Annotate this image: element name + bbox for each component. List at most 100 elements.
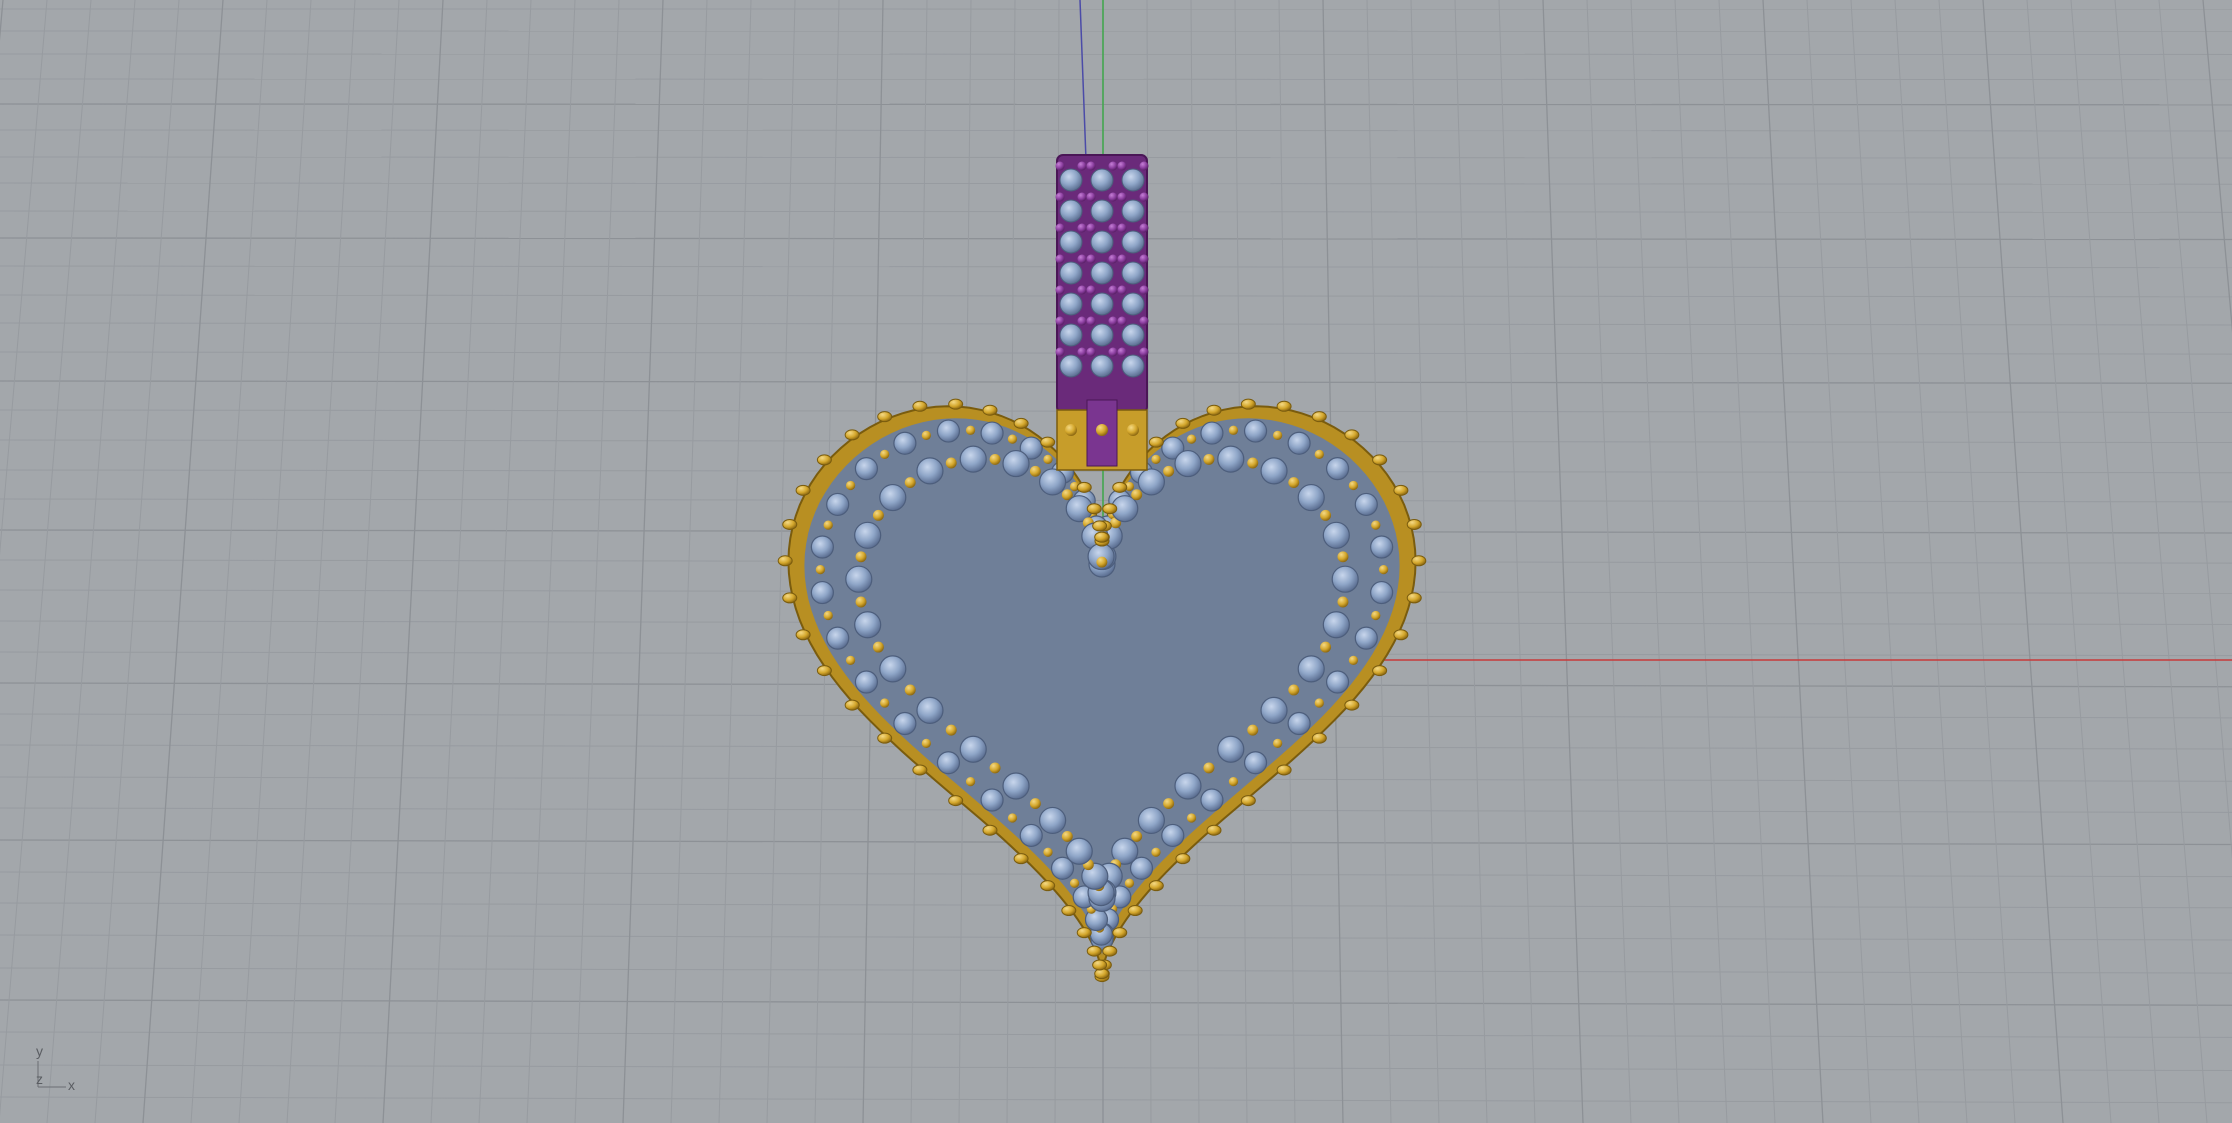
rim-bead [1175, 853, 1191, 865]
rim-prong [1043, 454, 1053, 465]
inner-bar [904, 913, 920, 919]
bail-prong [1055, 192, 1065, 202]
inner-bar [1275, 827, 1293, 835]
rim-bead [844, 429, 860, 441]
grid-line-v [382, 0, 444, 1123]
rim-bead [1102, 503, 1118, 515]
grid-line-v [478, 0, 532, 1123]
grid-line-h [0, 103, 2232, 106]
grid-line-v [1894, 0, 1968, 1123]
inner-bar [1263, 810, 1281, 818]
inner-bar [1251, 827, 1269, 835]
bail-gem [1090, 199, 1114, 223]
rim-bead [1112, 927, 1128, 939]
rim-prong [1096, 556, 1108, 568]
inner-bar [1251, 861, 1269, 865]
bail-prong [1055, 347, 1065, 357]
inner-bar [1144, 913, 1160, 919]
bail-gem [1059, 261, 1083, 285]
bail-gem [1121, 323, 1145, 347]
rim-prong [904, 684, 916, 696]
rim-prong [855, 596, 867, 608]
bail-connector-bead [1065, 424, 1077, 436]
rim-gem [879, 655, 907, 683]
rim-gem [810, 580, 834, 605]
rim-gem [854, 670, 879, 694]
bail-gem [1090, 354, 1114, 378]
bail-gem [1121, 230, 1145, 254]
rim-bead [1013, 853, 1029, 865]
rim-gem [1322, 611, 1350, 639]
inner-bar [868, 862, 884, 868]
rim-gem [854, 457, 879, 481]
grid-line-v [2026, 0, 2112, 1123]
bail-prong [1139, 161, 1149, 171]
bail-prong [1108, 223, 1118, 233]
rim-gem [1217, 735, 1245, 763]
bail-prong [1077, 223, 1087, 233]
inner-bar [868, 828, 884, 834]
heart-rim [777, 398, 1427, 983]
viewport-scene[interactable] [0, 0, 2232, 1123]
rim-gem [1325, 670, 1350, 694]
rim-gem [1161, 823, 1185, 848]
rim-prong [1163, 465, 1175, 477]
inner-bar [868, 794, 884, 800]
rim-prong [1069, 878, 1080, 888]
rim-bead [1206, 404, 1222, 416]
rim-bead [1092, 959, 1108, 971]
rim-bead [1112, 481, 1128, 493]
rim-bead [1061, 905, 1077, 917]
rim-prong [1273, 738, 1283, 748]
rim-prong [1163, 798, 1175, 810]
rim-gem [1200, 788, 1224, 812]
bail-prong [1117, 316, 1127, 326]
rim-bead [816, 665, 832, 677]
rim-gem [810, 535, 834, 559]
bail-prong [1086, 254, 1096, 264]
rim-prong [965, 776, 976, 787]
bail-prong [1117, 192, 1127, 202]
inner-bar [1288, 879, 1304, 885]
rim-bead [1344, 699, 1360, 711]
grid-line-v [0, 0, 48, 556]
rim-prong [1320, 509, 1332, 521]
inner-bar [1180, 896, 1196, 902]
heart-pendant-model[interactable] [777, 154, 1427, 983]
rim-gem [916, 696, 944, 724]
grid-line-h [0, 967, 2232, 974]
inner-bar [928, 913, 944, 919]
grid-line-v [0, 0, 92, 1117]
bail-prong [1117, 285, 1127, 295]
inner-bar [903, 810, 921, 818]
bail-prong [1139, 316, 1149, 326]
inner-bar [868, 760, 884, 766]
rim-bead [1086, 503, 1102, 515]
rim-gem [1002, 772, 1030, 800]
bail-prong [1108, 254, 1118, 264]
grid-line-v [670, 0, 708, 1123]
inner-bar [1240, 879, 1256, 885]
bail-gem [1121, 354, 1145, 378]
3d-viewport[interactable]: y z x [0, 0, 2232, 1123]
rim-prong [1314, 449, 1324, 460]
rim-gem [1354, 492, 1378, 517]
inner-bar [1012, 896, 1028, 902]
bail-prong [1086, 192, 1096, 202]
inner-bar [939, 827, 957, 835]
grid-line-v [1630, 0, 1680, 1123]
grid-line-v [1762, 0, 1824, 1123]
inner-bar [1252, 896, 1268, 902]
rim-gem [1287, 431, 1311, 455]
rim-prong [823, 520, 833, 530]
rim-prong [1247, 724, 1259, 736]
inner-bar [1203, 861, 1221, 865]
bail-gem [1121, 292, 1145, 316]
bail-prong [1108, 192, 1118, 202]
inner-bar [1000, 879, 1016, 885]
bail-prong [1086, 161, 1096, 171]
inner-bar [915, 861, 933, 865]
rim-gem [1137, 806, 1165, 835]
inner-bar [951, 844, 969, 852]
bail-prong [1117, 161, 1127, 171]
